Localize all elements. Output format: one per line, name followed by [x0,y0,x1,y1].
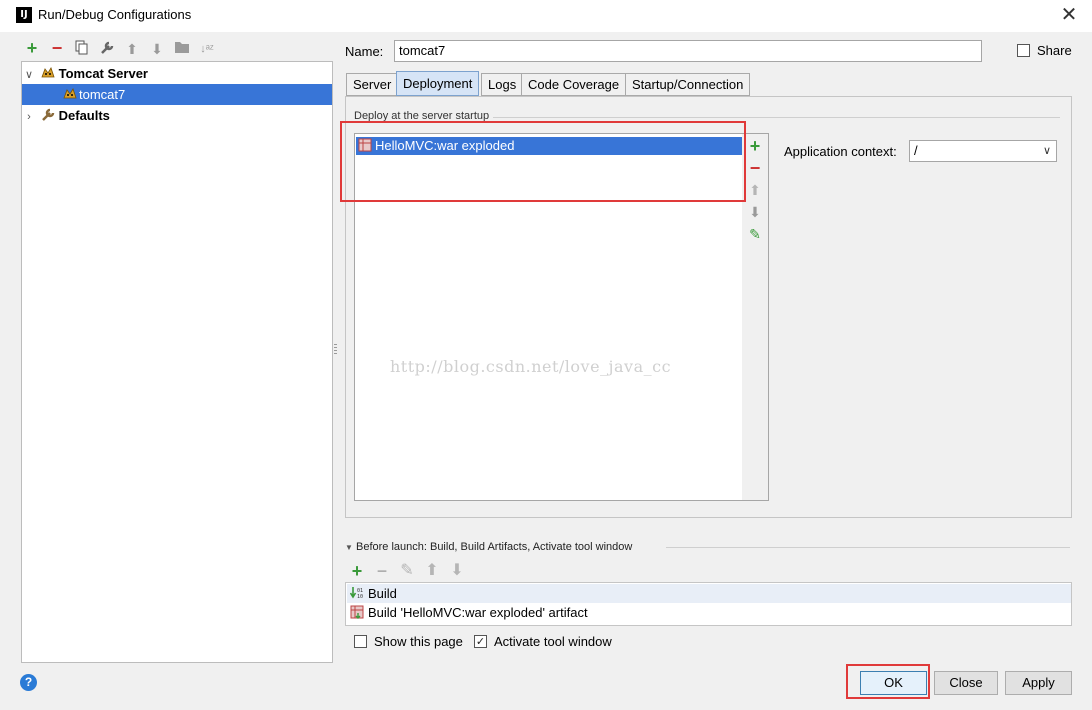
collapse-triangle-icon[interactable]: ▼ [345,543,353,552]
apply-button[interactable]: Apply [1005,671,1072,695]
before-launch-divider [666,547,1070,548]
svg-text:10: 10 [357,594,363,600]
chevron-down-icon: ∨ [1042,145,1051,157]
artifact-icon [350,605,364,619]
tab-deployment[interactable]: Deployment [396,71,480,96]
before-launch-task-list[interactable]: 01 10 Build Build 'HelloMVC:war exploded'… [345,582,1072,626]
window-close-icon[interactable]: ✕ [1054,2,1084,30]
before-launch-title[interactable]: ▼ Before launch: Build, Build Artifacts,… [345,541,632,553]
highlight-box-ok [846,664,930,699]
move-task-down-icon[interactable]: ⬇ [448,562,466,580]
highlight-box-artifact [340,121,746,202]
build-icon: 01 10 [349,586,364,600]
move-task-up-icon[interactable]: ⬆ [423,562,441,580]
move-down-icon[interactable]: ⬇ [148,40,166,58]
splitter-handle[interactable] [334,344,337,356]
show-this-page-label: Show this page [374,634,463,649]
task-label: Build [368,586,397,601]
add-task-icon[interactable]: + [348,562,366,580]
remove-configuration-icon[interactable]: − [48,39,66,57]
list-item[interactable]: Build 'HelloMVC:war exploded' artifact [347,603,588,622]
window-title: Run/Debug Configurations [38,7,192,22]
edit-pencil-icon[interactable]: ✎ [746,225,764,243]
share-checkbox[interactable] [1017,44,1030,57]
remove-task-icon[interactable]: − [373,562,391,580]
task-label: Build 'HelloMVC:war exploded' artifact [368,605,588,620]
tree-item-label: tomcat7 [79,87,126,102]
tree-item-label: Defaults [58,108,110,123]
edit-task-icon[interactable]: ✎ [398,562,416,580]
tomcat-icon [40,65,56,81]
activate-tool-window-label: Activate tool window [494,634,612,649]
wrench-icon [40,107,56,123]
folder-icon[interactable] [173,40,191,58]
move-down-icon[interactable]: ⬇ [746,203,764,221]
name-input[interactable]: tomcat7 [394,40,982,62]
application-context-label: Application context: [784,144,897,159]
activate-tool-window-checkbox[interactable] [474,635,487,648]
tomcat-icon [62,86,78,102]
add-artifact-icon[interactable]: + [746,137,764,155]
list-item[interactable]: 01 10 Build [347,584,1071,603]
watermark-text: http://blog.csdn.net/love_java_cc [390,357,672,376]
sort-alphabetically-icon[interactable]: ↓ᵃᶻ [198,40,216,58]
tab-logs[interactable]: Logs [481,73,524,96]
edit-defaults-wrench-icon[interactable] [98,40,116,58]
move-up-icon[interactable]: ⬆ [746,181,764,199]
tree-item-defaults[interactable]: › Defaults [22,105,110,126]
tree-item-label: Tomcat Server [58,66,148,81]
tab-code-coverage[interactable]: Code Coverage [521,73,627,96]
name-label: Name: [345,44,384,59]
tab-startup-connection[interactable]: Startup/Connection [625,73,751,96]
application-context-value: / [914,143,918,158]
move-up-icon[interactable]: ⬆ [123,40,141,58]
tree-item-tomcat7[interactable]: tomcat7 [22,84,332,105]
application-context-select[interactable]: / ∨ [909,140,1057,162]
chevron-down-icon[interactable]: ∨ [22,65,36,86]
remove-artifact-icon[interactable]: − [746,159,764,177]
tree-item-tomcat-server[interactable]: ∨ Tomcat Server [22,63,148,84]
show-this-page-checkbox[interactable] [354,635,367,648]
chevron-right-icon[interactable]: › [22,107,36,128]
copy-configuration-icon[interactable] [73,40,91,58]
configuration-tree[interactable]: ∨ Tomcat Server tomcat7 › Defaults [21,61,333,663]
add-configuration-icon[interactable]: + [23,39,41,57]
deployment-list-toolbar: + − ⬆ ⬇ ✎ [742,133,769,501]
close-button[interactable]: Close [934,671,998,695]
intellij-app-icon: IJ [16,7,32,23]
help-icon[interactable]: ? [20,674,37,691]
before-launch-title-text: Before launch: Build, Build Artifacts, A… [355,541,633,553]
share-label: Share [1037,43,1072,58]
tab-server[interactable]: Server [346,73,399,96]
